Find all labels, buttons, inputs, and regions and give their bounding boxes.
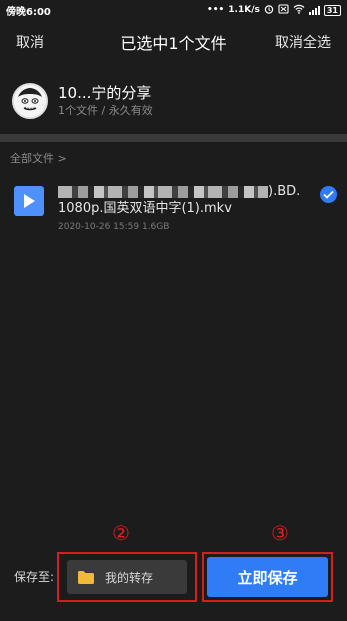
file-list-item[interactable]: ).BD. 1080p.国英双语中字(1).mkv 2020-10-26 15:… <box>0 178 347 238</box>
annotation-marker-3: ③ <box>271 521 289 545</box>
status-icons: ••• 1.1K/s 31 <box>207 3 341 17</box>
annotation-box-folder: 我的转存 <box>57 552 197 602</box>
top-bar: 取消 已选中1个文件 取消全选 <box>0 24 347 60</box>
folder-select-button[interactable]: 我的转存 <box>67 560 187 594</box>
signal-icon <box>308 5 320 15</box>
wifi-icon <box>293 4 305 17</box>
share-name: 10...宁的分享 <box>58 83 152 102</box>
save-now-button[interactable]: 立即保存 <box>207 557 328 597</box>
file-name-line2: 1080p.国英双语中字(1).mkv <box>58 201 232 216</box>
bottom-bar: 保存至: 我的转存 立即保存 <box>0 548 347 608</box>
status-bar: 傍晚6:00 ••• 1.1K/s 31 <box>0 0 347 20</box>
network-speed: 1.1K/s <box>228 5 260 15</box>
sim-off-icon <box>278 3 289 17</box>
save-to-label: 保存至: <box>14 570 55 584</box>
notification-dots-icon: ••• <box>207 5 225 15</box>
deselect-all-button[interactable]: 取消全选 <box>275 32 331 52</box>
annotation-marker-2: ② <box>112 521 130 545</box>
video-file-icon <box>14 186 44 216</box>
folder-label: 我的转存 <box>105 570 154 585</box>
share-meta: 1个文件 / 永久有效 <box>58 103 153 117</box>
file-name-suffix: ).BD. <box>268 184 301 199</box>
redacted-filename <box>58 185 268 198</box>
battery-icon: 31 <box>323 4 341 16</box>
share-header: 10...宁的分享 1个文件 / 永久有效 <box>0 78 347 124</box>
avatar <box>12 83 48 119</box>
file-name: ).BD. 1080p.国英双语中字(1).mkv <box>58 183 308 217</box>
cancel-button[interactable]: 取消 <box>16 32 44 52</box>
status-time: 傍晚6:00 <box>6 6 51 18</box>
section-divider <box>0 134 347 142</box>
alarm-icon <box>264 4 274 17</box>
annotation-box-save: 立即保存 <box>202 552 333 602</box>
file-selected-checkbox[interactable] <box>320 186 337 203</box>
check-icon <box>323 190 334 199</box>
file-meta: 2020-10-26 15:59 1.6GB <box>58 222 170 232</box>
breadcrumb[interactable]: 全部文件 > <box>10 150 67 166</box>
folder-icon <box>78 570 94 584</box>
